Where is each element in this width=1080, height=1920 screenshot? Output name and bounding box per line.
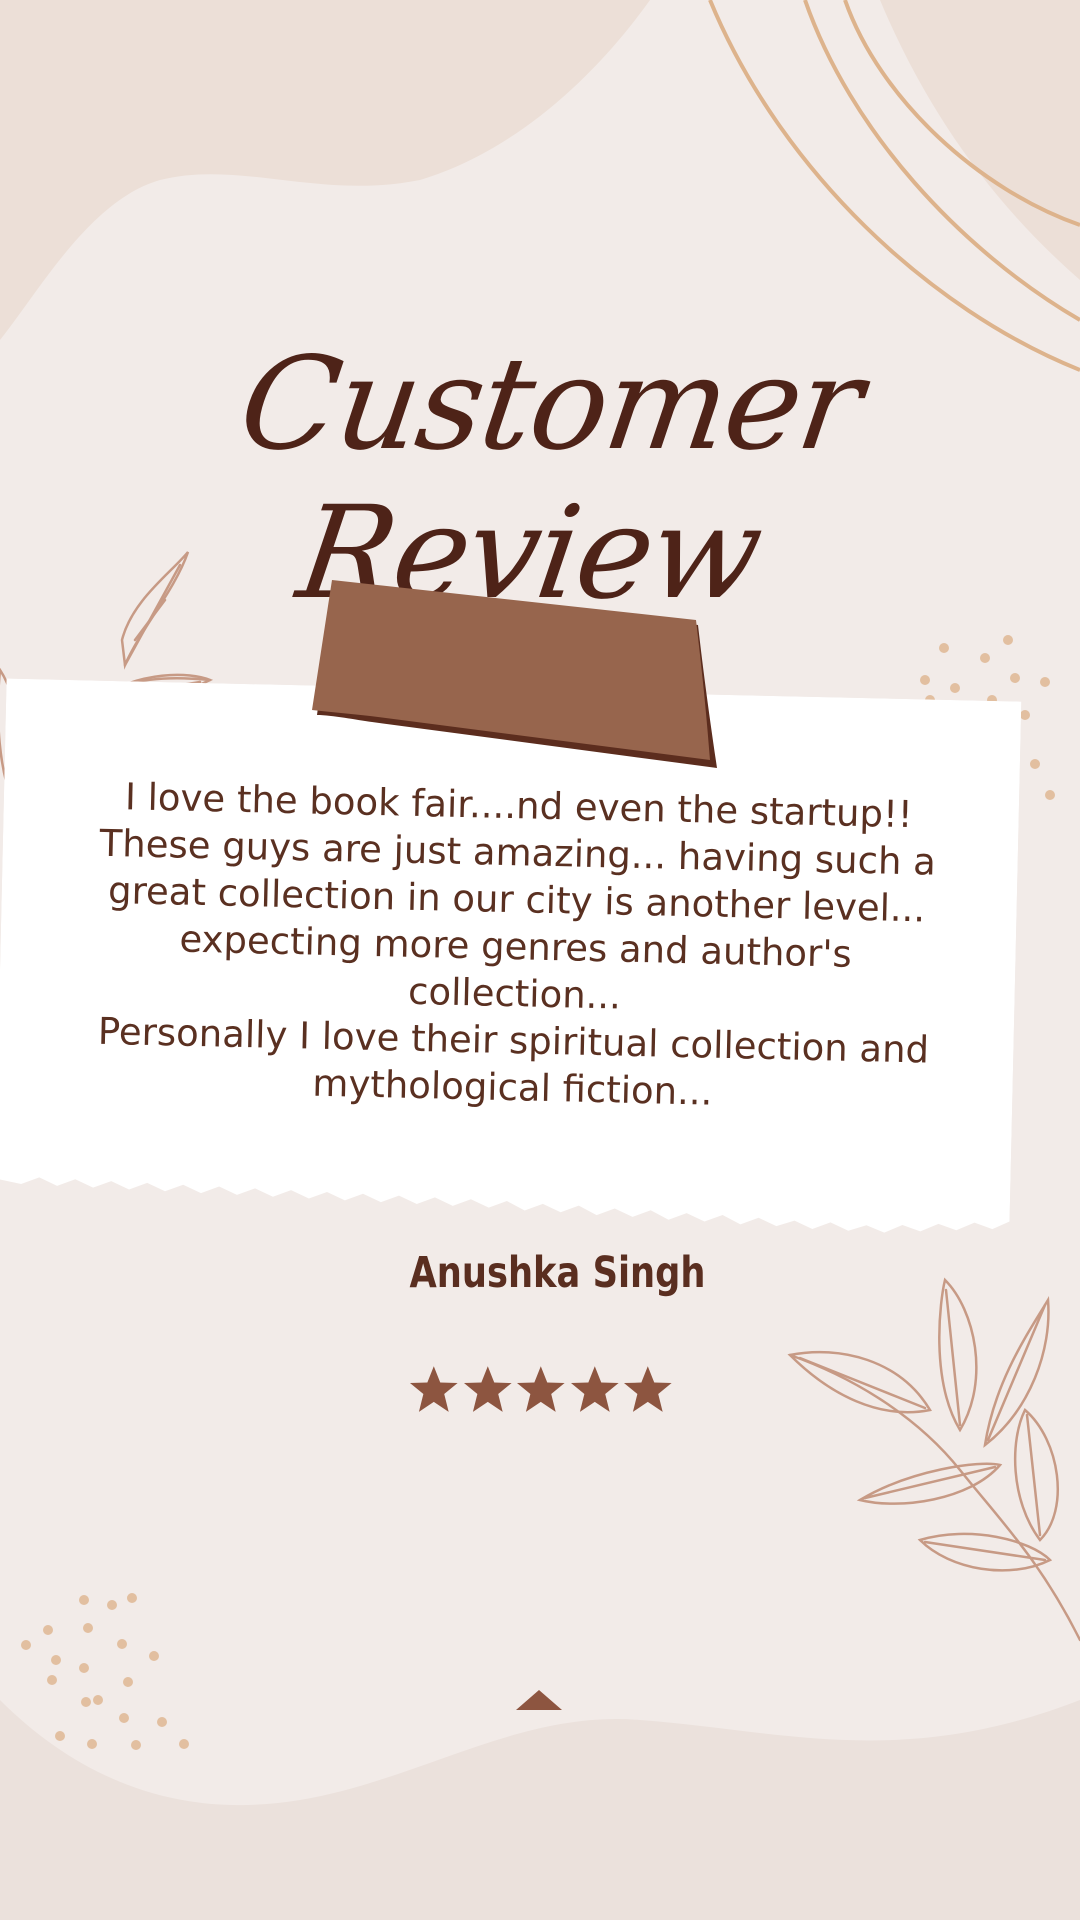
- star-icon: [570, 1366, 619, 1412]
- star-rating: [408, 1364, 674, 1416]
- top-left-blob: [0, 0, 650, 340]
- up-arrow-icon[interactable]: [514, 1688, 564, 1712]
- review-text: I love the book fair....nd even the star…: [97, 775, 937, 1114]
- leaf-icon: [787, 1277, 1080, 1642]
- top-right-blob: [880, 0, 1080, 280]
- star-icon: [517, 1366, 565, 1412]
- star-icon: [463, 1366, 512, 1412]
- bottom-blob: [0, 1700, 1080, 1920]
- dots-bottom-left: [21, 1593, 189, 1750]
- tape-decoration: [312, 580, 717, 768]
- star-icon: [409, 1366, 458, 1412]
- reviewer-name: Anushka Singh: [409, 1248, 706, 1298]
- star-icon: [624, 1366, 672, 1412]
